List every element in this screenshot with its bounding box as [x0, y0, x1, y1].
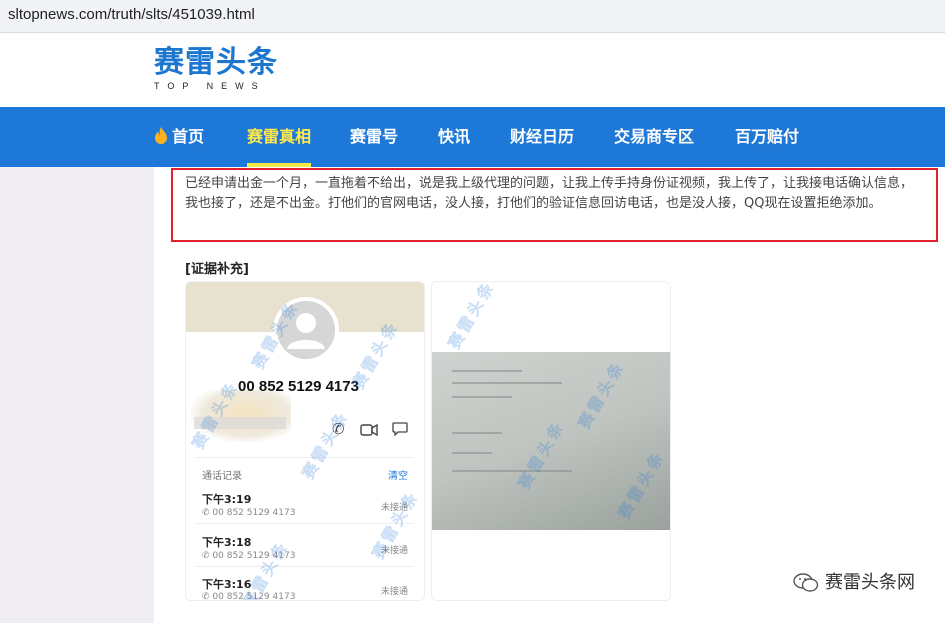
video-icon: [360, 422, 378, 440]
brand-name: 赛雷头条网: [825, 572, 915, 593]
browser-address-bar[interactable]: sltopnews.com/truth/slts/451039.html: [0, 0, 945, 33]
photo-line: [452, 382, 562, 384]
watermark: 赛雷头条: [298, 407, 353, 483]
divider: [196, 523, 414, 524]
photo-line: [452, 452, 492, 454]
nav-item-home[interactable]: 首页: [154, 107, 204, 167]
logo-cn: 赛雷头条: [154, 45, 278, 80]
call-number: ✆ 00 852 5129 4173: [202, 592, 296, 601]
call-status: 未接通: [380, 503, 408, 513]
call-time: 下午3:19: [202, 493, 252, 506]
call-number-text: 00 852 5129 4173: [212, 551, 296, 561]
url-text[interactable]: sltopnews.com/truth/slts/451039.html: [8, 6, 255, 23]
call-number-text: 00 852 5129 4173: [212, 592, 296, 601]
message-icon: [392, 422, 408, 440]
evidence-image-call-log[interactable]: 00 852 5129 4173 ✆ 通话记录 清空 下午3:19 ✆ 00 8…: [185, 281, 425, 601]
nav-item-flash[interactable]: 快讯: [438, 107, 470, 167]
evidence-title: [证据补充]: [185, 262, 249, 277]
left-side-panel: [0, 167, 154, 623]
nav-label-compensation: 百万赔付: [735, 127, 800, 146]
call-number: ✆ 00 852 5129 4173: [202, 551, 296, 561]
nav-item-truth[interactable]: 赛雷真相: [247, 107, 312, 167]
evidence-image-photo[interactable]: 赛雷头条 赛雷头条 赛雷头条 赛雷头条: [431, 281, 671, 601]
divider: [196, 457, 414, 458]
blurred-screen-photo: [432, 352, 670, 530]
complaint-text-box: 已经申请出金一个月，一直拖着不给出，说是我上级代理的问题，让我上传手持身份证视频…: [171, 168, 938, 242]
nav-item-broker-zone[interactable]: 交易商专区: [614, 107, 694, 167]
call-status: 未接通: [380, 546, 408, 556]
photo-line: [452, 470, 572, 472]
nav-item-calendar[interactable]: 财经日历: [510, 107, 574, 167]
call-status: 未接通: [380, 587, 408, 597]
blurred-name-bar: [194, 417, 286, 429]
nav-label-home: 首页: [172, 127, 205, 146]
call-log-label: 通话记录: [202, 471, 242, 482]
contact-phone: 00 852 5129 4173: [238, 378, 359, 395]
nav-item-sailei-hao[interactable]: 赛雷号: [350, 107, 398, 167]
divider: [196, 566, 414, 567]
logo-en: TOP NEWS: [154, 81, 266, 91]
photo-line: [452, 370, 522, 372]
main-nav: 首页 赛雷真相 赛雷号 快讯 财经日历 交易商专区 百万赔付: [0, 107, 945, 167]
nav-label-sailei-hao: 赛雷号: [350, 127, 399, 146]
clear-button[interactable]: 清空: [388, 467, 408, 482]
nav-label-calendar: 财经日历: [510, 127, 575, 146]
wechat-icon: [793, 573, 819, 592]
phone-icon: ✆: [332, 420, 345, 438]
complaint-text: 已经申请出金一个月，一直拖着不给出，说是我上级代理的问题，让我上传手持身份证视频…: [185, 176, 914, 211]
call-time: 下午3:16: [202, 578, 252, 591]
flame-icon: [155, 127, 167, 144]
person-icon: [287, 313, 325, 349]
call-time: 下午3:18: [202, 536, 252, 549]
photo-line: [452, 396, 512, 398]
avatar: [273, 297, 339, 363]
photo-line: [452, 432, 502, 434]
blurred-name: [191, 390, 291, 442]
nav-label-truth: 赛雷真相: [247, 127, 312, 146]
nav-label-flash: 快讯: [438, 127, 471, 146]
site-header: 赛雷头条 TOP NEWS: [0, 33, 945, 107]
nav-label-broker-zone: 交易商专区: [614, 127, 695, 146]
site-logo[interactable]: 赛雷头条 TOP NEWS: [154, 47, 294, 99]
watermark: 赛雷头条: [444, 281, 499, 353]
call-number-text: 00 852 5129 4173: [212, 508, 296, 518]
call-number: ✆ 00 852 5129 4173: [202, 508, 296, 518]
wechat-brand: 赛雷头条网: [793, 568, 915, 594]
nav-item-compensation[interactable]: 百万赔付: [735, 107, 799, 167]
